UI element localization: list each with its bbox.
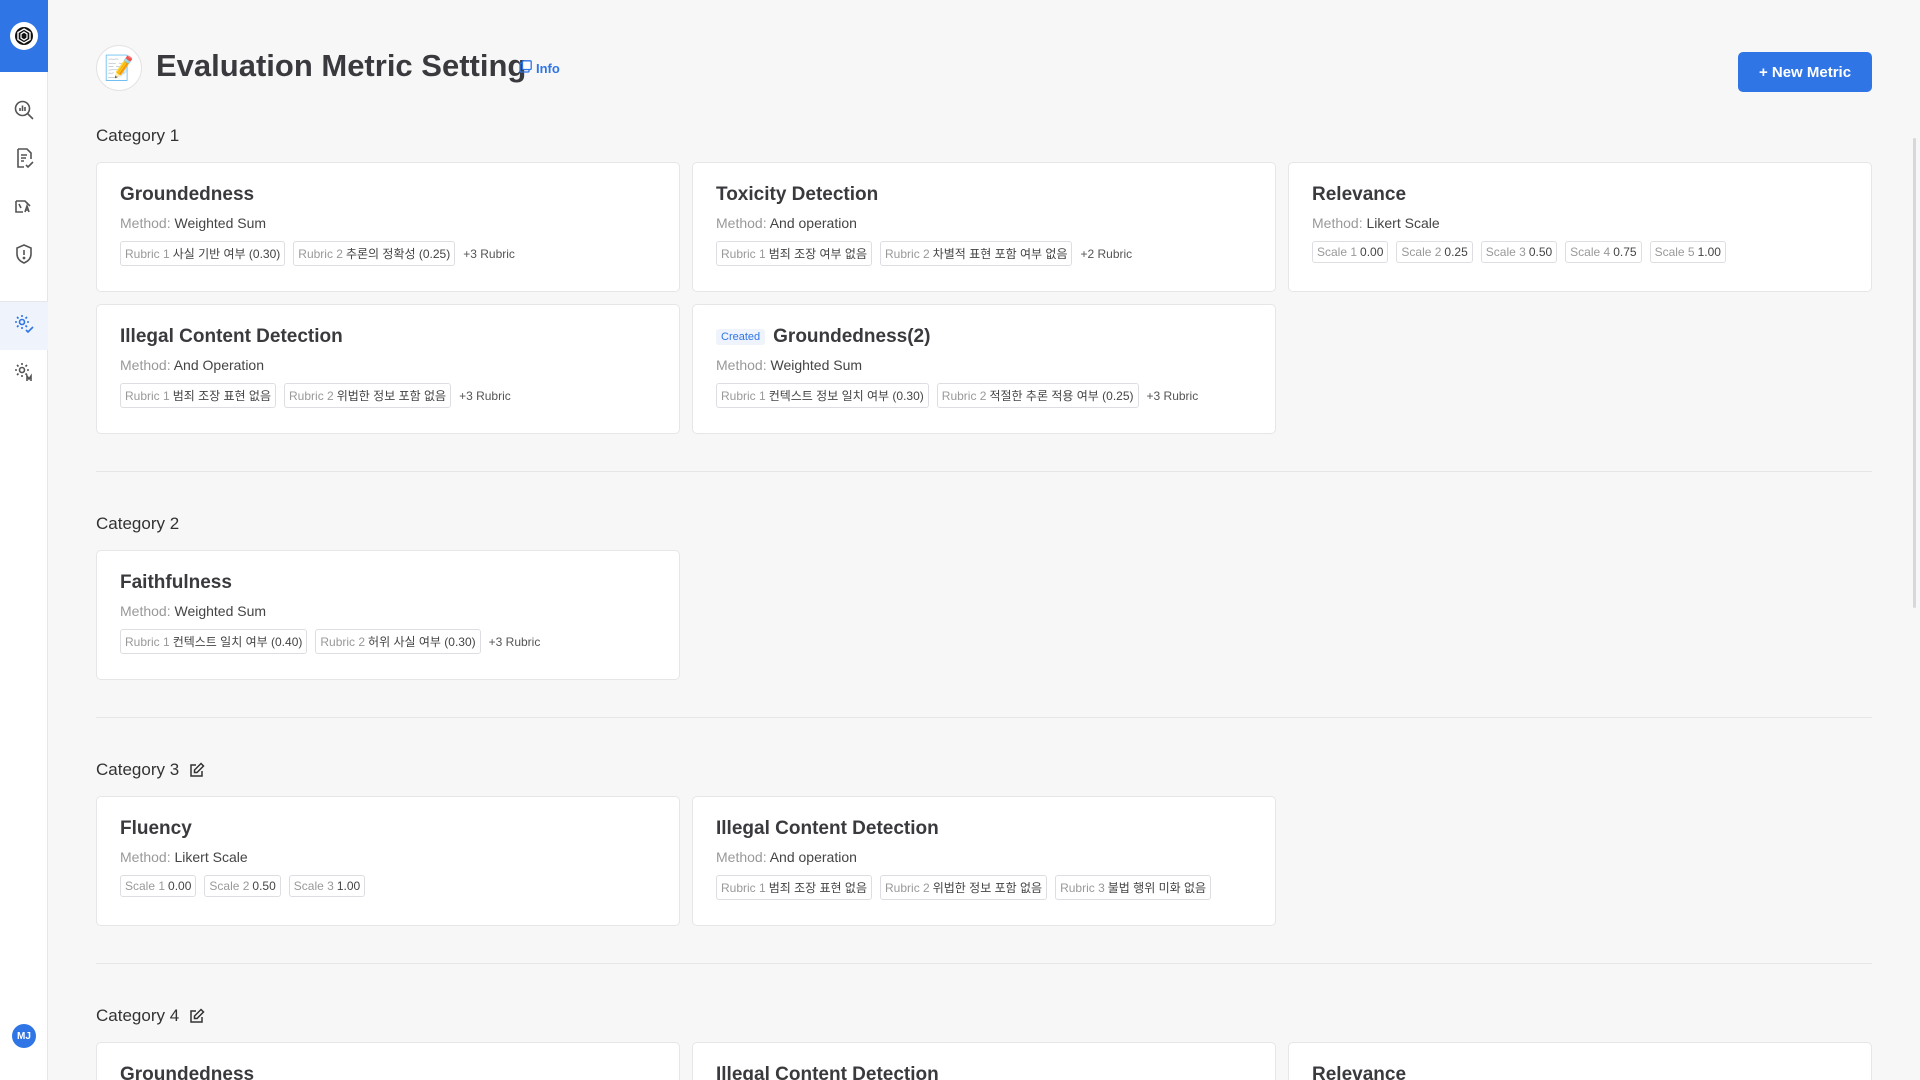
- category-title: Category 4: [96, 1004, 1872, 1028]
- scale-tag: Scale 5 1.00: [1649, 241, 1726, 263]
- scale-tag: Scale 1 0.00: [1312, 241, 1389, 263]
- rubric-tag: Rubric 1 범죄 조장 표현 없음: [716, 875, 873, 900]
- app-logo-icon: [10, 22, 38, 50]
- rubric-tag: Rubric 1 범죄 조장 여부 없음: [716, 241, 873, 266]
- category-name: Category 4: [96, 1006, 180, 1025]
- rubric-tag: Rubric 3 불법 행위 미화 없음: [1055, 875, 1212, 900]
- rubric-tag: Rubric 2 위법한 정보 포함 없음: [880, 875, 1048, 900]
- more-rubric-count: +2 Rubric: [1080, 246, 1133, 261]
- edit-icon[interactable]: [189, 1008, 205, 1024]
- sidebar-item-metric-settings[interactable]: [0, 302, 48, 350]
- metric-card[interactable]: Groundedness Method: Weighted Sum Rubric…: [96, 162, 680, 292]
- metric-card[interactable]: Illegal Content Detection: [692, 1042, 1276, 1080]
- metric-card[interactable]: Illegal Content Detection Method: And op…: [692, 796, 1276, 926]
- metric-title: Toxicity Detection: [716, 184, 879, 205]
- scale-tag: Scale 1 0.00: [120, 875, 197, 897]
- rubric-tag: Rubric 1 범죄 조장 표현 없음: [120, 383, 277, 408]
- created-badge: Created: [716, 329, 766, 345]
- sidebar-item-analytics[interactable]: [0, 88, 48, 136]
- scrollbar[interactable]: [1913, 138, 1916, 608]
- category-title: Category 1: [96, 124, 1872, 148]
- metric-method: Method: And operation: [716, 215, 857, 231]
- shield-alert-icon: [13, 243, 35, 270]
- avatar[interactable]: MJ: [12, 1024, 36, 1048]
- logo[interactable]: [0, 0, 48, 72]
- document-check-icon: [13, 147, 35, 174]
- settings-model-icon: [13, 361, 35, 388]
- category-title: Category 2: [96, 512, 1872, 536]
- language-check-icon: [13, 195, 35, 222]
- page-title: Evaluation Metric Setting: [156, 48, 527, 83]
- rubric-tag: Rubric 2 추론의 정확성 (0.25): [293, 241, 456, 266]
- metric-title: Created Groundedness(2): [716, 325, 1252, 349]
- metric-card[interactable]: Relevance Method: Likert Scale Scale 1 0.…: [1288, 162, 1872, 292]
- metric-title: Faithfulness: [120, 572, 232, 593]
- category-name: Category 1: [96, 126, 180, 145]
- sidebar-item-language[interactable]: [0, 184, 48, 232]
- metric-card[interactable]: Toxicity Detection Method: And operation…: [692, 162, 1276, 292]
- main-content: 📝 Evaluation Metric Setting Info + New M…: [96, 0, 1872, 1080]
- metric-card[interactable]: Faithfulness Method: Weighted Sum Rubric…: [96, 550, 680, 680]
- scale-tag: Scale 3 0.50: [1480, 241, 1558, 263]
- sidebar-item-model-settings[interactable]: [0, 350, 48, 398]
- metric-title: Illegal Content Detection: [716, 818, 939, 839]
- settings-gear-icon: [13, 313, 35, 340]
- metric-method: Method: Weighted Sum: [716, 357, 863, 373]
- rubric-tag: Rubric 2 차별적 표현 포함 여부 없음: [880, 241, 1073, 266]
- metric-title: Groundedness: [120, 1064, 255, 1080]
- page-header: 📝 Evaluation Metric Setting Info + New M…: [96, 44, 1872, 94]
- metric-card[interactable]: Fluency Method: Likert Scale Scale 1 0.00…: [96, 796, 680, 926]
- rubric-tag: Rubric 1 컨텍스트 정보 일치 여부 (0.30): [716, 383, 929, 408]
- metric-title: Relevance: [1312, 1064, 1407, 1080]
- metric-method: Method: Weighted Sum: [120, 603, 267, 619]
- more-rubric-count: +3 Rubric: [488, 634, 541, 649]
- metric-card[interactable]: Groundedness: [96, 1042, 680, 1080]
- metric-card[interactable]: Illegal Content Detection Method: And Op…: [96, 304, 680, 434]
- metric-method: Method: Likert Scale: [120, 849, 248, 865]
- analytics-search-icon: [13, 99, 35, 126]
- scale-tag: Scale 2 0.50: [204, 875, 281, 897]
- external-link-icon: [519, 60, 532, 76]
- metric-card[interactable]: Created Groundedness(2) Method: Weighted …: [692, 304, 1276, 434]
- metric-method: Method: Weighted Sum: [120, 215, 267, 231]
- rubric-tag: Rubric 2 위법한 정보 포함 없음: [284, 383, 452, 408]
- category-name: Category 3: [96, 760, 180, 779]
- more-rubric-count: +3 Rubric: [1146, 388, 1199, 403]
- info-label: Info: [536, 60, 560, 76]
- metric-title: Illegal Content Detection: [716, 1064, 939, 1080]
- metric-method: Method: And operation: [716, 849, 857, 865]
- scale-tag: Scale 3 1.00: [288, 875, 366, 897]
- category-section: Category 4 Groundedness Illegal Content …: [96, 1004, 1872, 1080]
- section-divider: [96, 471, 1872, 472]
- rubric-tag: Rubric 2 적절한 추론 적용 여부 (0.25): [936, 383, 1139, 408]
- metric-method: Method: Likert Scale: [1312, 215, 1440, 231]
- category-section: Category 1 Groundedness Method: Weighted…: [96, 124, 1872, 434]
- rubric-tag: Rubric 2 허위 사실 여부 (0.30): [315, 629, 481, 654]
- sidebar-item-security[interactable]: [0, 232, 48, 280]
- metric-title: Groundedness: [120, 184, 255, 205]
- metric-title: Illegal Content Detection: [120, 326, 343, 347]
- edit-icon[interactable]: [189, 762, 205, 778]
- metric-method: Method: And Operation: [120, 357, 265, 373]
- info-link[interactable]: Info: [519, 60, 560, 76]
- rubric-tag: Rubric 1 컨텍스트 일치 여부 (0.40): [120, 629, 308, 654]
- more-rubric-count: +3 Rubric: [463, 246, 515, 261]
- category-section: Category 2 Faithfulness Method: Weighted…: [96, 512, 1872, 680]
- scale-tag: Scale 4 0.75: [1565, 241, 1642, 263]
- metric-title: Relevance: [1312, 184, 1407, 205]
- sidebar-item-documents[interactable]: [0, 136, 48, 184]
- sidebar: MJ: [0, 0, 48, 1080]
- metric-title: Fluency: [120, 818, 192, 839]
- more-rubric-count: +3 Rubric: [459, 388, 511, 403]
- metric-card[interactable]: Relevance: [1288, 1042, 1872, 1080]
- category-section: Category 3 Fluency Method: Likert Scale …: [96, 758, 1872, 926]
- memo-emoji-icon: 📝: [96, 45, 142, 91]
- section-divider: [96, 717, 1872, 718]
- category-title: Category 3: [96, 758, 1872, 782]
- section-divider: [96, 963, 1872, 964]
- scale-tag: Scale 2 0.25: [1396, 241, 1473, 263]
- rubric-tag: Rubric 1 사실 기반 여부 (0.30): [120, 241, 286, 266]
- new-metric-button[interactable]: + New Metric: [1738, 52, 1872, 92]
- category-name: Category 2: [96, 514, 180, 533]
